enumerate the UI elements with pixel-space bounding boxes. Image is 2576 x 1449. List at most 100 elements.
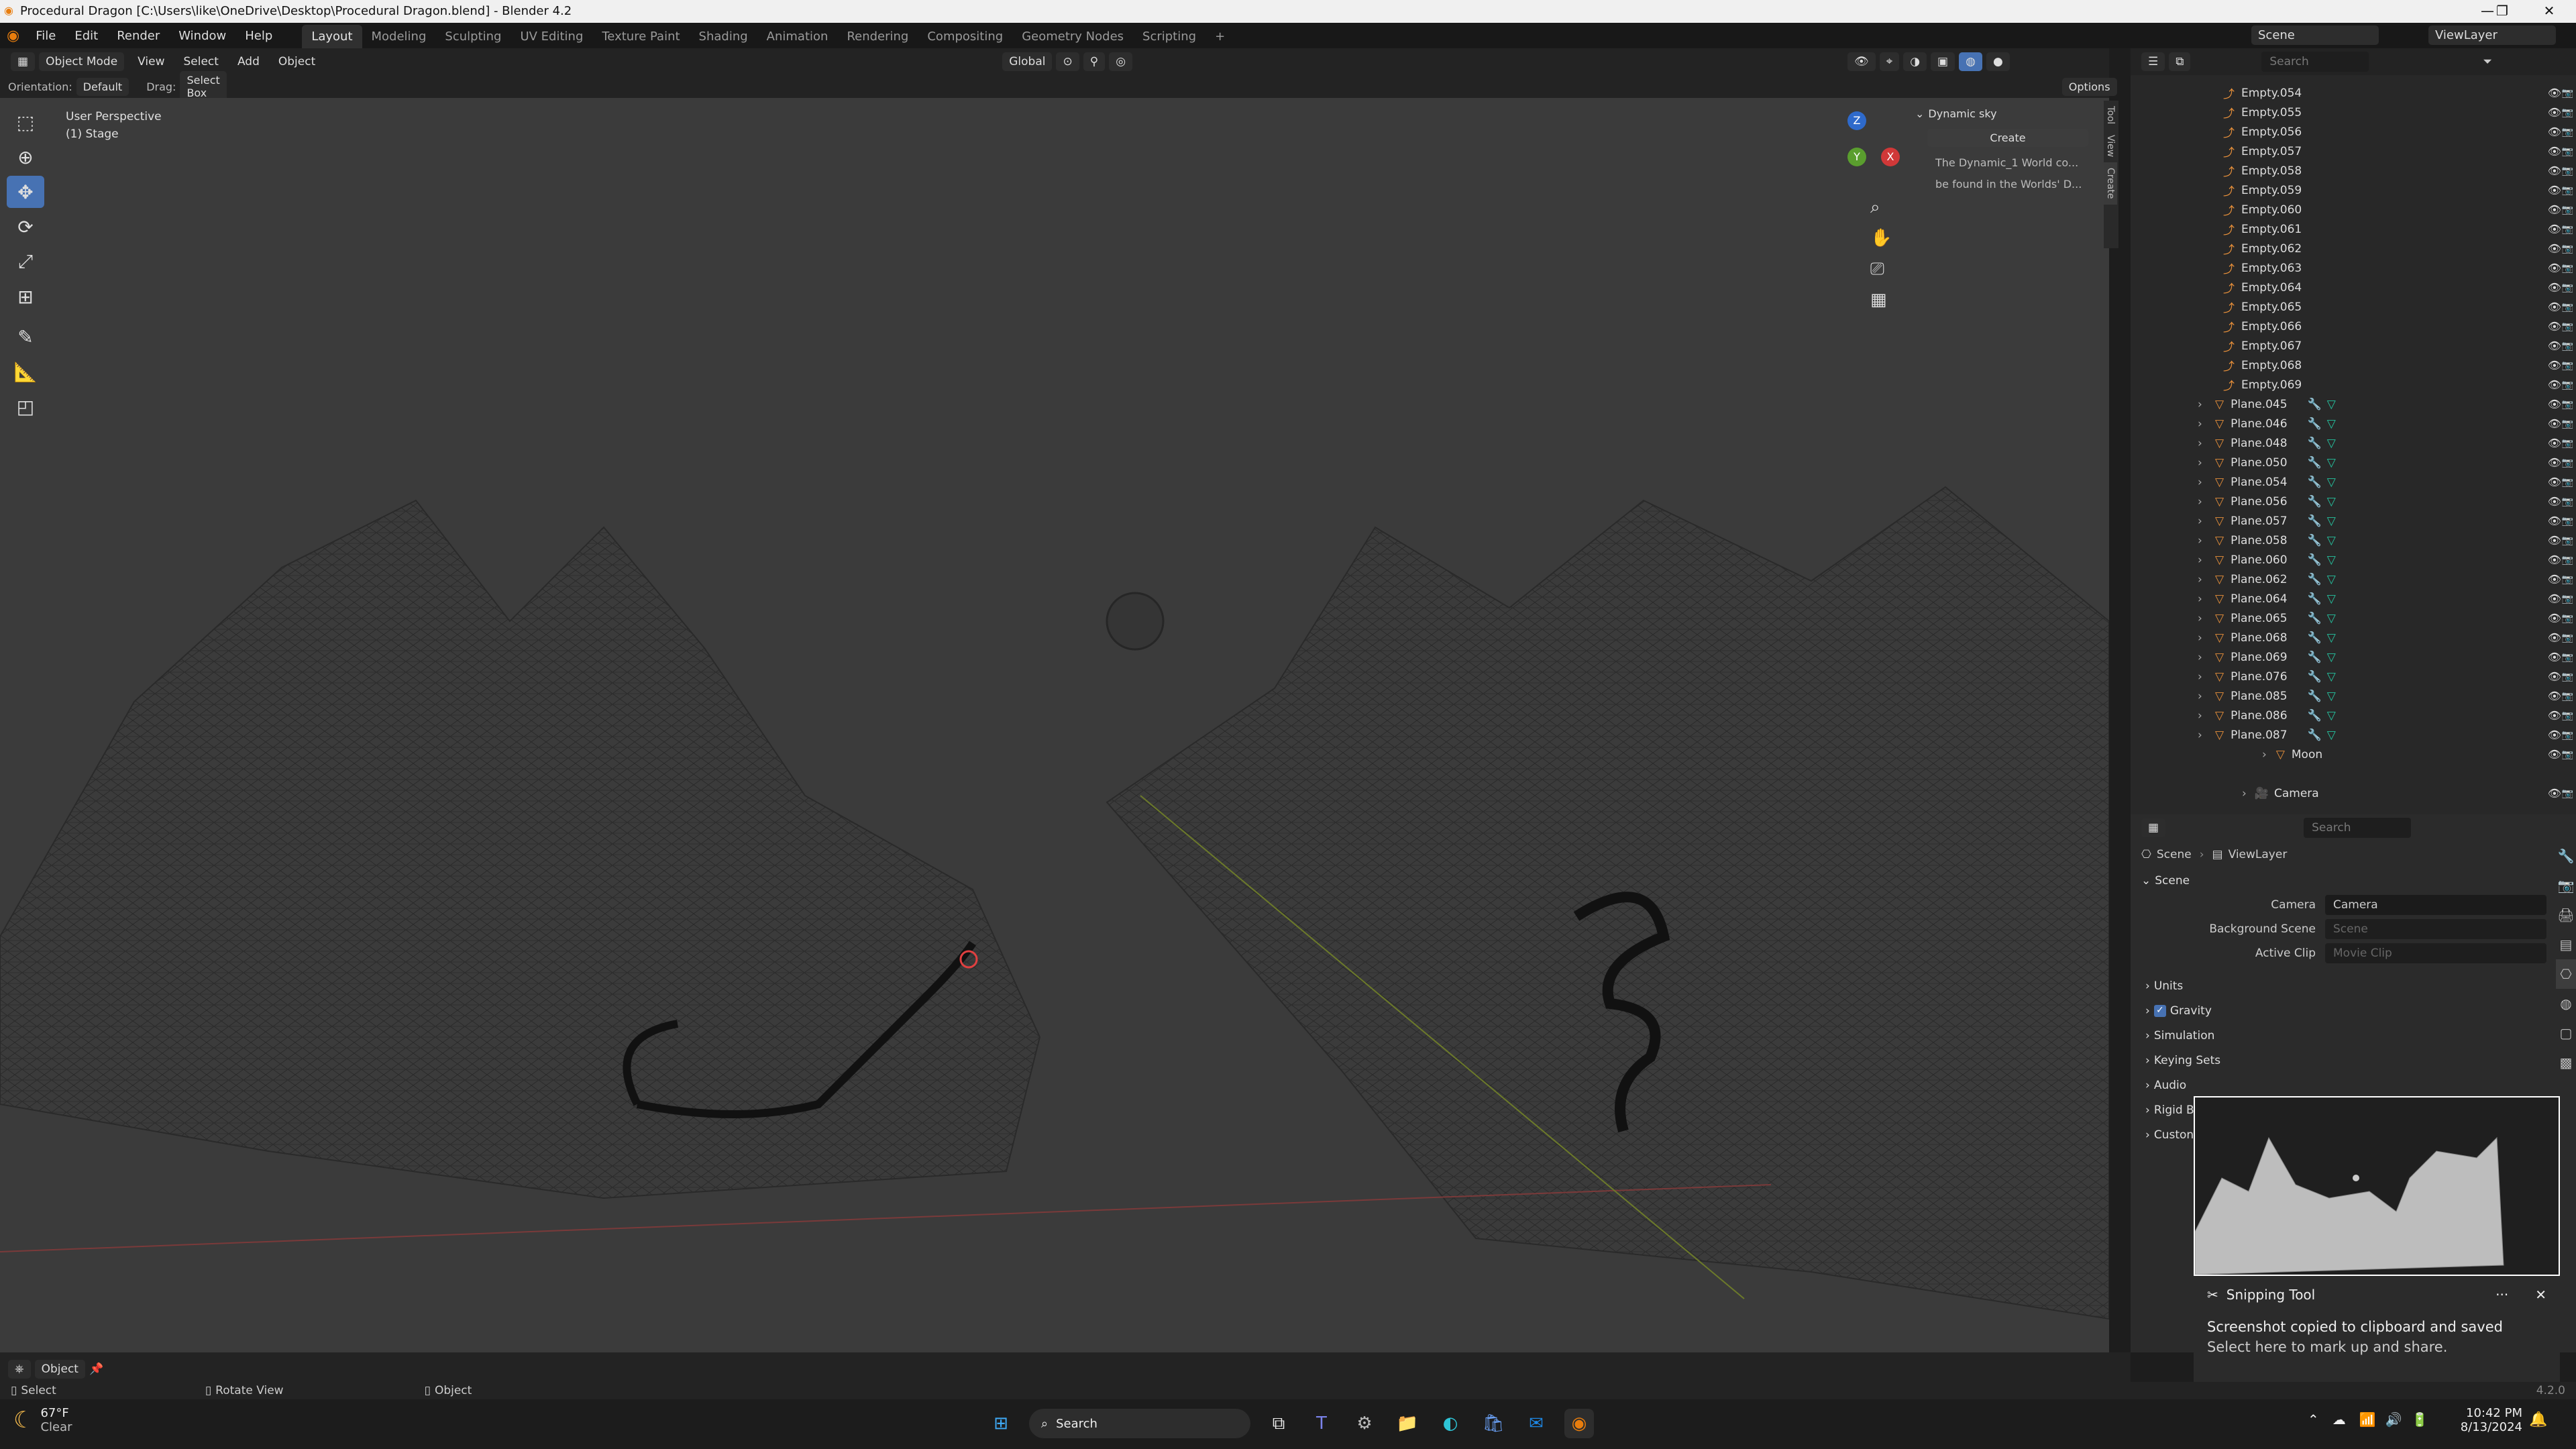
move-icon[interactable]: ✥ xyxy=(7,176,44,208)
render-camera-icon[interactable]: 📷 xyxy=(2562,419,2573,429)
render-camera-icon[interactable]: 📷 xyxy=(2562,633,2573,643)
eye-icon[interactable]: 👁 xyxy=(2548,378,2561,391)
render-camera-icon[interactable]: 📷 xyxy=(2562,710,2573,721)
render-camera-icon[interactable]: 📷 xyxy=(2562,555,2573,566)
outliner-row[interactable]: › ▽ Plane.076 🔧 ▽ 👁 📷 xyxy=(2131,667,2576,686)
eye-icon[interactable]: 👁 xyxy=(2548,398,2561,411)
render-camera-icon[interactable]: 📷 xyxy=(2562,458,2573,468)
tab-rendering[interactable]: Rendering xyxy=(837,25,918,48)
eye-icon[interactable]: 👁 xyxy=(2548,787,2561,800)
eye-icon[interactable]: 👁 xyxy=(2548,262,2561,274)
outliner-row[interactable]: ⤴ Empty.069 👁 📷 xyxy=(2131,375,2576,394)
render-camera-icon[interactable]: 📷 xyxy=(2562,263,2573,274)
section-simulation[interactable]: › Simulation xyxy=(2131,1023,2576,1048)
tab-create[interactable]: Create xyxy=(2104,162,2117,205)
chevron-right-icon[interactable]: › xyxy=(2198,417,2208,431)
render-camera-icon[interactable]: 📷 xyxy=(2562,574,2573,585)
object-mode-dropdown[interactable]: Object Mode xyxy=(39,52,125,71)
add-cube-icon[interactable]: ◰ xyxy=(7,390,44,423)
render-camera-icon[interactable]: 📷 xyxy=(2562,672,2573,682)
blender-menu-icon[interactable]: ◉ xyxy=(0,28,26,44)
store-icon[interactable]: 🛍 xyxy=(1479,1409,1508,1438)
chevron-right-icon[interactable]: › xyxy=(2198,612,2208,625)
outliner-row[interactable]: ⤴ Empty.063 👁 📷 xyxy=(2131,258,2576,278)
gizmo-x[interactable]: X xyxy=(1881,148,1900,166)
eye-icon[interactable]: 👁 xyxy=(2548,709,2561,722)
gizmo-toggle-icon[interactable]: ⌖ xyxy=(1879,52,1900,71)
outlook-icon[interactable]: ✉ xyxy=(1521,1409,1551,1438)
eye-icon[interactable]: 👁 xyxy=(2548,223,2561,235)
eye-icon[interactable]: 👁 xyxy=(2548,359,2561,372)
render-camera-icon[interactable]: 📷 xyxy=(2562,496,2573,507)
render-camera-icon[interactable]: 📷 xyxy=(2562,652,2573,663)
tab-view[interactable]: View xyxy=(2104,129,2117,162)
eye-icon[interactable]: 👁 xyxy=(2548,612,2561,625)
bg-scene-field[interactable]: Scene xyxy=(2325,919,2546,939)
outliner-row[interactable]: › ▽ Plane.046 🔧 ▽ 👁 📷 xyxy=(2131,414,2576,433)
outliner-row[interactable]: ⤴ Empty.062 👁 📷 xyxy=(2131,239,2576,258)
eye-icon[interactable]: 👁 xyxy=(2548,417,2561,430)
output-tab-icon[interactable]: 🖨 xyxy=(2556,900,2576,930)
chevron-right-icon[interactable]: › xyxy=(2198,670,2208,684)
outliner-row[interactable]: › ▽ Plane.048 🔧 ▽ 👁 📷 xyxy=(2131,433,2576,453)
file-explorer-icon[interactable]: 📁 xyxy=(1393,1409,1422,1438)
viewlayer-field[interactable]: ViewLayer xyxy=(2428,25,2556,45)
overlay-toggle-icon[interactable]: ◑ xyxy=(1903,52,1927,71)
chevron-right-icon[interactable]: › xyxy=(2198,709,2208,722)
eye-icon[interactable]: 👁 xyxy=(2548,184,2561,197)
render-camera-icon[interactable]: 📷 xyxy=(2562,594,2573,604)
navigation-gizmo[interactable]: Z Y X xyxy=(1811,107,1905,201)
render-camera-icon[interactable]: 📷 xyxy=(2562,438,2573,449)
menu-select[interactable]: Select xyxy=(174,51,228,72)
eye-icon[interactable]: 👁 xyxy=(2548,553,2561,566)
tab-animation[interactable]: Animation xyxy=(757,25,838,48)
add-workspace-icon[interactable]: + xyxy=(1205,25,1234,48)
blender-taskbar-icon[interactable]: ◉ xyxy=(1564,1409,1594,1438)
chevron-right-icon[interactable]: › xyxy=(2198,573,2208,586)
proportional-edit-icon[interactable]: ◎ xyxy=(1109,52,1133,71)
chevron-right-icon[interactable]: › xyxy=(2198,495,2208,508)
scene-selector[interactable]: Scene xyxy=(2251,25,2383,45)
tab-uv-editing[interactable]: UV Editing xyxy=(511,25,592,48)
menu-render[interactable]: Render xyxy=(107,25,169,47)
3d-viewport[interactable]: User Perspective (1) Stage Z Y X ⌕ ✋ ⎚ ▦ xyxy=(0,98,2109,1352)
tab-texture-paint[interactable]: Texture Paint xyxy=(592,25,689,48)
render-camera-icon[interactable]: 📷 xyxy=(2562,516,2573,527)
section-scene[interactable]: ⌄ Scene xyxy=(2131,868,2576,893)
active-clip-field[interactable]: Movie Clip xyxy=(2325,943,2546,963)
camera-field[interactable]: Camera xyxy=(2325,895,2546,915)
outliner-search-input[interactable]: Search xyxy=(2261,52,2369,72)
transform-icon[interactable]: ⊞ xyxy=(7,280,44,313)
menu-help[interactable]: Help xyxy=(235,25,282,47)
outliner-row[interactable]: ⤴ Empty.057 👁 📷 xyxy=(2131,142,2576,161)
outliner-row[interactable]: › ▽ Plane.045 🔧 ▽ 👁 📷 xyxy=(2131,394,2576,414)
tab-scripting[interactable]: Scripting xyxy=(1133,25,1205,48)
outliner-row[interactable]: ⤴ Empty.054 👁 📷 xyxy=(2131,83,2576,103)
wireframe-shading-icon[interactable]: ◍ xyxy=(1959,52,1982,71)
outliner-editor-icon[interactable]: ☰ xyxy=(2141,52,2165,71)
orientation-dropdown[interactable]: Default xyxy=(76,77,129,96)
render-tab-icon[interactable]: 📷 xyxy=(2556,871,2576,900)
menu-file[interactable]: File xyxy=(26,25,65,47)
render-camera-icon[interactable]: 📷 xyxy=(2562,244,2573,254)
eye-icon[interactable]: 👁 xyxy=(2548,203,2561,216)
eye-icon[interactable]: 👁 xyxy=(2548,670,2561,683)
chevron-right-icon[interactable]: › xyxy=(2198,476,2208,489)
chevron-right-icon[interactable]: › xyxy=(2198,631,2208,645)
clock[interactable]: 10:42 PM 8/13/2024 xyxy=(2428,1406,2522,1434)
scene-field[interactable]: Scene xyxy=(2251,25,2379,45)
taskbar-search[interactable]: ⌕ Search xyxy=(1029,1409,1250,1438)
render-camera-icon[interactable]: 📷 xyxy=(2562,107,2573,118)
camera-view-icon[interactable]: ⎚ xyxy=(1870,254,1892,284)
viewlayer-selector[interactable]: ViewLayer xyxy=(2428,25,2560,45)
world-tab-icon[interactable]: ◍ xyxy=(2556,989,2576,1018)
chevron-right-icon[interactable]: › xyxy=(2198,534,2208,547)
tab-shading[interactable]: Shading xyxy=(690,25,757,48)
gizmo-z[interactable]: Z xyxy=(1847,111,1866,130)
menu-add[interactable]: Add xyxy=(228,51,269,72)
eye-icon[interactable]: 👁 xyxy=(2548,690,2561,702)
texture-tab-icon[interactable]: ▩ xyxy=(2556,1048,2576,1077)
snap-icon[interactable]: ⚲ xyxy=(1083,52,1106,71)
render-camera-icon[interactable]: 📷 xyxy=(2562,127,2573,138)
breadcrumb-scene[interactable]: Scene xyxy=(2157,848,2192,861)
